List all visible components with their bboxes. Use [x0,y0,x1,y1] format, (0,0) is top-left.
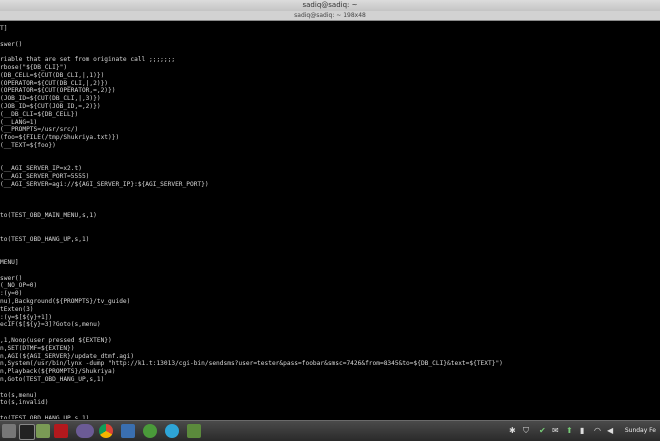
terminal-line: (__TEXT=${foo}) [0,142,56,149]
terminal-line: (__AGI_SERVER_IP=x2.t) [0,165,82,173]
terminal-line: to(TEST_OBD_MAIN_MENU,s,1) [0,212,97,220]
terminal-line: n,SET(DTMF=${EXTEN}) [0,344,75,352]
text-editor-icon[interactable] [54,424,68,438]
volume-icon[interactable]: ◀ [607,425,613,437]
terminal-line: swer() [0,40,23,48]
taskbar: ✱ ⛉ ✔ ✉ ⬆ ▮ ◠ ◀ Sunday Fe [0,420,660,441]
flowchart-icon[interactable] [121,424,135,438]
terminal-line: (__PROMPTS=/usr/src/) [0,126,79,134]
terminal-line: n,Goto(TEST_OBD_HANG_UP,s,1) [0,376,105,383]
folder-icon[interactable] [36,424,50,438]
terminal-line: to(TEST_OBD_HANG_UP,s,1) [0,415,90,419]
mail-icon[interactable]: ✉ [552,425,559,437]
terminal-output[interactable]: T] swer() riable that are set from origina… [0,21,660,419]
terminal-line: n,System(/usr/bin/lynx -dump "http://k1.… [0,360,503,368]
terminal-line: (DB_CELL=${CUT(DB_CLI,|,1)}) [0,71,105,79]
skype-icon[interactable] [165,424,179,438]
media-icon[interactable] [76,424,94,438]
terminal-line: (OPERATOR=${CUT(OPERATOR,=,2)}) [0,87,116,95]
update-icon[interactable]: ⬆ [566,425,573,437]
clock[interactable]: Sunday Fe [625,421,656,441]
terminal-line: n,Playback(${PROMPTS}/Shukriya) [0,368,116,376]
terminal-line: (__AGI_SERVER=agi://${AGI_SERVER_IP}:${A… [0,181,209,188]
terminal-line: T] [0,25,8,32]
files-icon[interactable] [2,424,16,438]
window-title: sadiq@sadiq: ~ [302,1,358,9]
terminal-line: (JOB_ID=${CUT(DB_CLI,|,3)}) [0,95,101,103]
checkmark-icon[interactable]: ✔ [539,425,546,437]
terminal-line: :(y=$[${y}+1]) [0,313,53,321]
terminal-line: MENU] [0,259,19,266]
terminal-line: (OPERATOR=${CUT(DB_CLI,|,2)}) [0,79,109,87]
terminal-line: (__LANG=1) [0,118,38,126]
terminal-line: to(s,menu) [0,391,38,399]
terminal-line: ,1,Noop(user pressed ${EXTEN}) [0,337,112,344]
chrome-icon[interactable] [99,424,113,438]
terminal-tab[interactable]: sadiq@sadiq: ~ 198x48 [0,11,660,21]
shield-icon[interactable]: ⛉ [523,425,529,437]
terminal-line: riable that are set from originate call … [0,56,176,64]
terminal-tab-title: sadiq@sadiq: ~ 198x48 [294,12,366,19]
terminal-line: (_NO_OP=0) [0,282,38,290]
bluetooth-icon[interactable]: ✱ [509,425,516,437]
terminal-line: tExten(3) [0,305,34,313]
spreadsheet-icon[interactable] [187,424,201,438]
terminal-icon[interactable] [19,424,35,440]
wifi-icon[interactable]: ◠ [594,425,601,437]
terminal-line: (foo=${FILE(/tmp/Shukriya.txt)}) [0,134,120,142]
terminal-line: to(s,invalid) [0,399,49,407]
terminal-line: :(y=0) [0,290,23,298]
terminal-window: sadiq@sadiq: ~ sadiq@sadiq: ~ 198x48 T] s… [0,0,660,420]
battery-icon[interactable]: ▮ [580,425,584,437]
terminal-line: (JOB_ID=${CUT(JOB_ID,=,2)}) [0,103,101,110]
terminal-line: (__AGI_SERVER_PORT=5555) [0,173,90,181]
terminal-line: n,AGI(${AGI_SERVER}/update_dtmf.agi) [0,352,135,360]
code-editor-icon[interactable] [143,424,157,438]
terminal-line: ecIF($[${y}=3]?Goto(s,menu) [0,321,101,329]
terminal-line: rbose("${DB_CLI}") [0,64,68,71]
terminal-line: swer() [0,274,23,282]
terminal-line: nu),Background(${PROMPTS}/tv_guide) [0,298,131,305]
terminal-line: to(TEST_OBD_HANG_UP,s,1) [0,235,90,243]
terminal-line: (__DB_CLI=${DB_CELL}) [0,110,79,118]
